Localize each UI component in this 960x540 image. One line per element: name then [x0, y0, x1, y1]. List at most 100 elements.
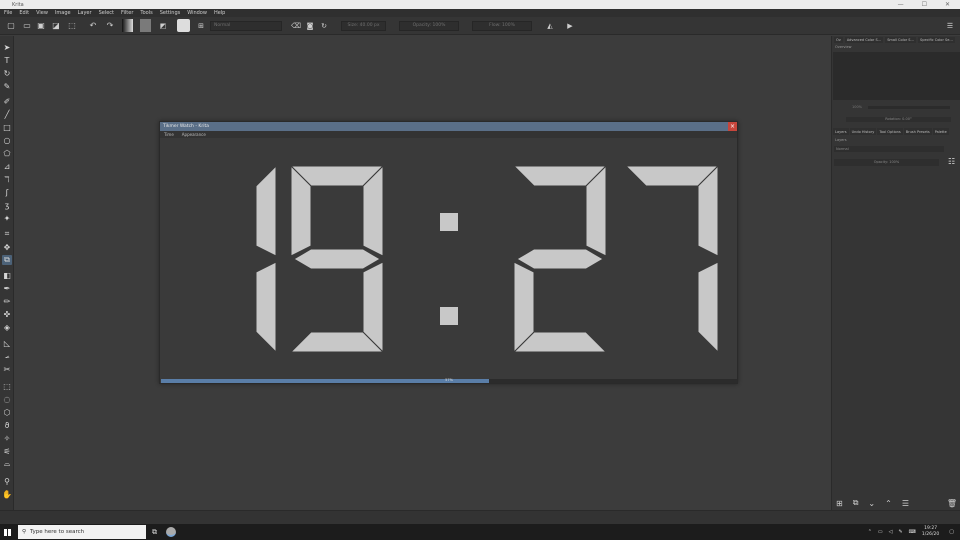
menu-select[interactable]: Select — [99, 10, 114, 16]
krita-taskbar-icon[interactable] — [166, 527, 176, 537]
volume-icon[interactable]: ◁ — [889, 529, 893, 535]
layer-opacity-slider[interactable]: Opacity: 100% — [834, 159, 939, 166]
taskbar-search-input[interactable]: ⚲ Type here to search — [18, 525, 146, 539]
opacity-slider[interactable]: Opacity: 100% — [399, 20, 459, 31]
smart-patch-tool-icon[interactable]: ✜ — [2, 309, 12, 319]
alpha-lock-icon[interactable]: ◙ — [303, 20, 317, 32]
tray-chevron-icon[interactable]: ⌃ — [868, 529, 872, 535]
network-icon[interactable]: ▭ — [878, 529, 883, 535]
menu-help[interactable]: Help — [214, 10, 225, 16]
tab-brush-presets[interactable]: Brush Presets — [903, 128, 932, 135]
hamburger-menu-icon[interactable]: ☰ — [944, 20, 956, 32]
layer-properties-icon[interactable]: ☷ — [948, 157, 958, 167]
reference-images-tool-icon[interactable]: ✂ — [2, 364, 12, 374]
new-document-icon[interactable]: ▢ — [5, 20, 17, 32]
freehand-selection-tool-icon[interactable]: ϑ — [2, 420, 12, 430]
menu-edit[interactable]: Edit — [19, 10, 29, 16]
tab-layers[interactable]: Layers — [833, 128, 849, 135]
export-icon[interactable]: ⬚ — [64, 20, 80, 32]
menu-image[interactable]: Image — [55, 10, 71, 16]
dynamic-brush-tool-icon[interactable]: ʒ — [2, 200, 12, 210]
layers-list[interactable] — [833, 169, 960, 494]
dialog-menu-appearance[interactable]: Appearance — [182, 132, 206, 137]
windows-start-icon[interactable] — [0, 524, 14, 540]
rectangle-tool-icon[interactable]: □ — [2, 122, 12, 132]
line-tool-icon[interactable]: ╱ — [2, 109, 12, 119]
zoom-slider[interactable] — [868, 106, 950, 109]
eraser-icon[interactable]: ⌫ — [289, 20, 303, 32]
dialog-menu-time[interactable]: Time — [164, 132, 174, 137]
brush-tool-icon[interactable]: ✐ — [2, 96, 12, 106]
rotation-field[interactable]: Rotation: 0.00° — [846, 117, 951, 122]
gradient-tool-icon[interactable]: ◧ — [2, 270, 12, 280]
polygonal-selection-tool-icon[interactable]: ⬡ — [2, 407, 12, 417]
calligraphy-tool-icon[interactable]: ✎ — [2, 81, 12, 91]
tab-palette[interactable]: Palette — [932, 128, 949, 135]
tab-tool-options[interactable]: Tool Options — [877, 128, 903, 135]
color-swap-icon[interactable]: ◩ — [156, 20, 170, 32]
pen-icon[interactable]: ✎ — [898, 529, 902, 535]
notifications-icon[interactable]: ▢ — [949, 529, 954, 535]
text-tool-icon[interactable]: T — [2, 55, 12, 65]
menu-filter[interactable]: Filter — [121, 10, 133, 16]
reload-preset-icon[interactable]: ↻ — [317, 20, 331, 32]
zoom-tool-icon[interactable]: ⚲ — [2, 476, 12, 486]
task-view-icon[interactable]: ⧉ — [152, 528, 157, 537]
dialog-close-button[interactable]: × — [728, 122, 737, 131]
size-slider[interactable]: Size: 40.00 px — [341, 20, 386, 31]
move-layer-down-icon[interactable]: ⌄ — [868, 499, 875, 508]
pattern-swatch[interactable] — [140, 19, 151, 32]
freehand-path-tool-icon[interactable]: ʃ — [2, 187, 12, 197]
measure-tool-icon[interactable]: ⦟ — [2, 351, 12, 361]
contiguous-selection-tool-icon[interactable]: ✧ — [2, 433, 12, 443]
menu-view[interactable]: View — [36, 10, 48, 16]
save-icon[interactable]: ▣ — [34, 20, 48, 32]
brush-preset-icon[interactable] — [177, 19, 190, 32]
tab-undo-history[interactable]: Undo History — [849, 128, 877, 135]
open-folder-icon[interactable]: ▭ — [20, 20, 34, 32]
assistant-tool-icon[interactable]: ◺ — [2, 338, 12, 348]
transform-tool-icon[interactable]: ⧉ — [2, 255, 12, 265]
add-layer-icon[interactable]: ⊞ — [836, 499, 843, 508]
language-icon[interactable]: ⌨ — [909, 529, 916, 535]
tab-small-color[interactable]: Small Color S… — [885, 37, 917, 43]
gradient-swatch[interactable] — [122, 19, 133, 32]
fill-tool-icon[interactable]: ◈ — [2, 322, 12, 332]
menu-layer[interactable]: Layer — [78, 10, 92, 16]
undo-icon[interactable]: ↶ — [84, 20, 102, 32]
minimize-button[interactable]: — — [898, 1, 904, 8]
multibrush-tool-icon[interactable]: ✦ — [2, 213, 12, 223]
brush-editor-icon[interactable]: ⊞ — [195, 20, 207, 32]
menu-window[interactable]: Window — [187, 10, 207, 16]
ellipse-tool-icon[interactable]: ○ — [2, 135, 12, 145]
color-picker-tool-icon[interactable]: ✒ — [2, 283, 12, 293]
bezier-tool-icon[interactable]: ℸ — [2, 174, 12, 184]
delete-layer-icon[interactable]: 🗑 — [947, 499, 957, 508]
overview-preview[interactable] — [833, 52, 960, 100]
tab-overview[interactable]: Ov — [834, 37, 843, 43]
move-tool-icon[interactable]: ✥ — [2, 242, 12, 252]
polyline-tool-icon[interactable]: ⊿ — [2, 161, 12, 171]
menu-settings[interactable]: Settings — [160, 10, 181, 16]
maximize-button[interactable]: ☐ — [922, 1, 927, 8]
layer-blend-select[interactable]: Normal — [834, 146, 944, 152]
rectangular-selection-tool-icon[interactable]: ⬚ — [2, 381, 12, 391]
move-layer-up-icon[interactable]: ⌃ — [885, 499, 892, 508]
duplicate-layer-icon[interactable]: ⧉ — [853, 498, 859, 508]
redo-icon[interactable]: ↷ — [102, 20, 118, 32]
crop-tool-icon[interactable]: ⌗ — [2, 229, 12, 239]
pan-tool-icon[interactable]: ✋ — [2, 489, 12, 499]
save-incremental-icon[interactable]: ◪ — [48, 20, 64, 32]
blend-mode-select[interactable]: Normal — [210, 20, 282, 31]
mirror-icon[interactable]: ◭ — [543, 20, 557, 32]
similar-selection-tool-icon[interactable]: ⚟ — [2, 446, 12, 456]
tab-advanced-color[interactable]: Advanced Color S… — [844, 37, 884, 43]
bezier-selection-tool-icon[interactable]: ⌓ — [2, 459, 12, 469]
select-shapes-tool-icon[interactable]: ➤ — [2, 42, 12, 52]
layer-properties-list-icon[interactable]: ☰ — [902, 499, 909, 508]
tab-specific-color[interactable]: Specific Color Se… — [918, 37, 955, 43]
close-button[interactable]: ✕ — [945, 1, 950, 8]
edit-shapes-tool-icon[interactable]: ↻ — [2, 68, 12, 78]
colorize-mask-tool-icon[interactable]: ✏ — [2, 296, 12, 306]
taskbar-clock[interactable]: 19:27 1/26/20 — [922, 526, 939, 538]
